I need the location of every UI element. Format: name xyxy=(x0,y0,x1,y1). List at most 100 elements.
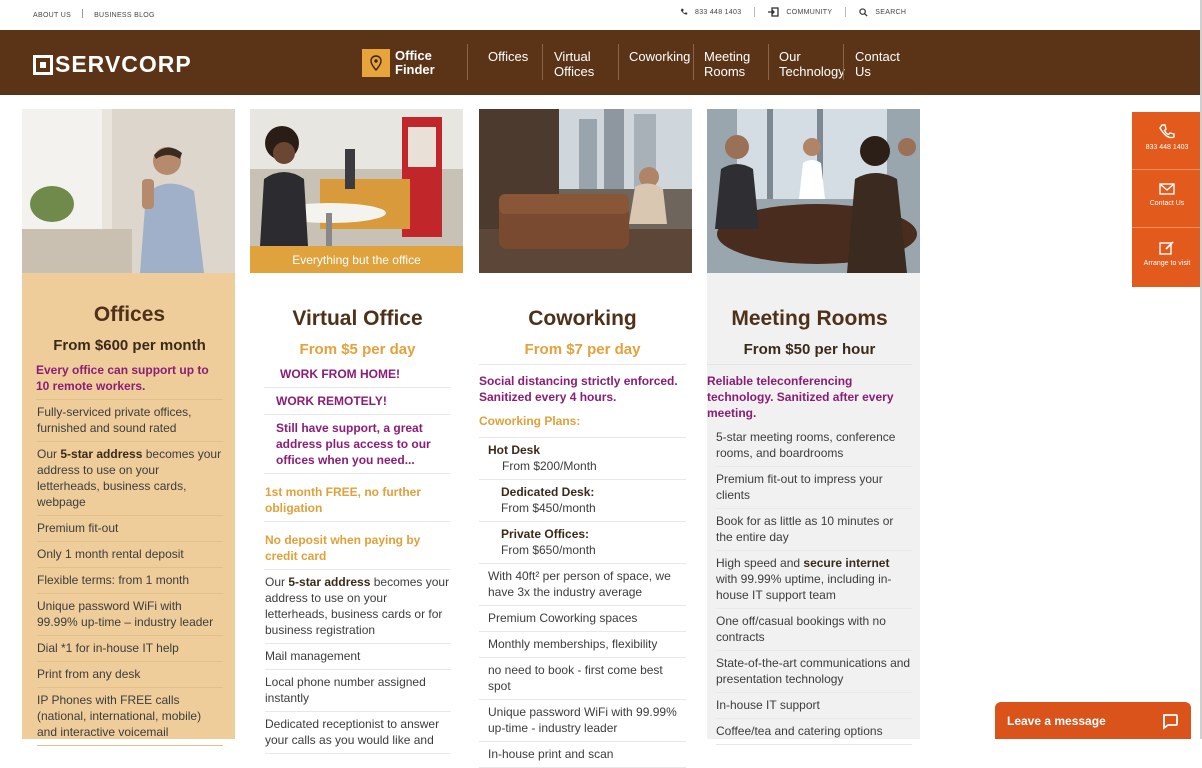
list-item: Our 5-star address becomes your address … xyxy=(37,442,223,516)
list-item: Only 1 month rental deposit xyxy=(37,542,223,568)
plan-item: Dedicated Desk: From $450/month xyxy=(479,480,686,522)
offices-feature-list: Fully-serviced private offices, furnishe… xyxy=(36,400,223,746)
coworking-plans-label: Coworking Plans: xyxy=(479,413,686,438)
nav-divider xyxy=(768,44,769,80)
nav-label: Virtual xyxy=(554,49,591,64)
virtual-p1: WORK FROM HOME! xyxy=(264,366,451,388)
coworking-photo[interactable] xyxy=(479,109,692,273)
list-item: Monthly memberships, flexibility xyxy=(479,632,686,658)
list-item: Premium fit-out to impress your clients xyxy=(716,467,912,509)
list-item: With 40ft² per person of space, we have … xyxy=(479,564,686,606)
nav-divider xyxy=(843,44,844,80)
coworking-price: From $7 per day xyxy=(479,341,686,365)
virtual-p2: WORK REMOTELY! xyxy=(264,393,451,415)
chat-label: Leave a message xyxy=(1007,714,1106,728)
chat-bubble-icon xyxy=(1163,714,1178,730)
meeting-rooms-title: Meeting Rooms xyxy=(731,307,888,330)
logo-mark-icon xyxy=(33,54,53,75)
divider xyxy=(754,7,756,17)
coworking-plans-list: Hot Desk From $200/Month Dedicated Desk: F… xyxy=(479,438,686,768)
list-item: no need to book - first come best spot xyxy=(479,658,686,700)
edit-icon xyxy=(1159,241,1174,255)
virtual-p3: Still have support, a great address plus… xyxy=(264,420,451,474)
offices-price: From $600 per month xyxy=(53,337,206,354)
meeting-rooms-feature-list: 5-star meeting rooms, conference rooms, … xyxy=(707,425,912,745)
side-phone-label: 833 448 1403 xyxy=(1145,144,1189,151)
nav-offices[interactable]: Offices xyxy=(488,49,528,64)
list-item: Dial *1 for in-house IT help xyxy=(37,636,223,662)
list-item: Book for as little as 10 minutes or the … xyxy=(716,509,912,551)
side-contact-button[interactable]: Contact Us xyxy=(1132,170,1202,228)
nav-divider xyxy=(467,44,468,80)
plan-item: Hot Desk From $200/Month xyxy=(479,438,686,480)
about-us-link[interactable]: ABOUT US xyxy=(33,12,71,19)
list-item: State-of-the-art communications and pres… xyxy=(716,651,912,693)
side-visit-label: Arrange to visit xyxy=(1143,260,1191,267)
business-blog-link[interactable]: BUSINESS BLOG xyxy=(94,12,155,19)
side-contact-label: Contact Us xyxy=(1149,200,1185,207)
servcorp-logo[interactable]: SERVCORP xyxy=(33,51,192,78)
list-item: Our 5-star address becomes your address … xyxy=(265,570,451,644)
nav-label: Us xyxy=(855,64,871,79)
nav-divider xyxy=(693,44,694,80)
meeting-rooms-photo[interactable] xyxy=(707,109,920,273)
nav-label: Technology xyxy=(779,64,845,79)
offices-highlight: Every office can support up to 10 remote… xyxy=(36,362,223,400)
finder-label-1: Office xyxy=(395,48,432,63)
virtual-g2: No deposit when paying by credit card xyxy=(264,522,451,570)
phone-link[interactable]: 833 448 1403 xyxy=(695,9,741,16)
virtual-feature-list: Our 5-star address becomes your address … xyxy=(264,570,451,754)
office-finder-button[interactable]: Office Finder xyxy=(362,49,435,77)
nav-label: Meeting xyxy=(704,49,751,64)
envelope-icon xyxy=(1159,183,1175,195)
virtual-office-title: Virtual Office xyxy=(292,307,423,330)
search-link[interactable]: SEARCH xyxy=(875,9,906,16)
side-phone-button[interactable]: 833 448 1403 xyxy=(1132,112,1202,170)
list-item: Coffee/tea and catering options xyxy=(716,719,912,745)
nav-divider xyxy=(618,44,619,80)
list-item: Print from any desk xyxy=(37,662,223,688)
side-visit-button[interactable]: Arrange to visit xyxy=(1132,228,1202,286)
nav-coworking[interactable]: Coworking xyxy=(629,49,690,64)
virtual-g1: 1st month FREE, no further obligation xyxy=(264,474,451,522)
nav-contact-us[interactable]: Contact Us xyxy=(855,49,900,79)
virtual-office-photo[interactable]: Everything but the office xyxy=(250,109,463,273)
list-item: In-house IT support xyxy=(716,693,912,719)
divider xyxy=(845,7,847,17)
logo-text: SERVCORP xyxy=(55,51,192,77)
list-item: Local phone number assigned instantly xyxy=(265,670,451,712)
nav-meeting-rooms[interactable]: Meeting Rooms xyxy=(704,49,750,79)
side-contact-bar: 833 448 1403 Contact Us Arrange to visit xyxy=(1132,112,1202,287)
list-item: 5-star meeting rooms, conference rooms, … xyxy=(716,425,912,467)
nav-label: Our xyxy=(779,49,801,64)
offices-title: Offices xyxy=(93,303,166,326)
meeting-rooms-highlight: Reliable teleconferencing technology. Sa… xyxy=(707,374,894,420)
list-item: High speed and secure internet with 99.9… xyxy=(716,551,912,609)
list-item: Flexible terms: from 1 month xyxy=(37,568,223,594)
finder-label-2: Finder xyxy=(395,62,435,77)
nav-label: Offices xyxy=(554,64,595,79)
offices-photo[interactable] xyxy=(22,109,235,273)
list-item: IP Phones with FREE calls (national, int… xyxy=(37,688,223,746)
search-icon xyxy=(859,7,868,17)
leave-message-chat-button[interactable]: Leave a message xyxy=(995,702,1191,739)
list-item: Unique password WiFi with 99.99% up-time… xyxy=(37,594,223,636)
list-item: Dedicated receptionist to answer your ca… xyxy=(265,712,451,754)
top-utility-bar: ABOUT US BUSINESS BLOG 833 448 1403 COMMU… xyxy=(0,0,1202,28)
plan-item: Private Offices: From $650/month xyxy=(479,522,686,564)
nav-label: Rooms xyxy=(704,64,746,79)
divider xyxy=(82,9,84,18)
list-item: Fully-serviced private offices, furnishe… xyxy=(37,400,223,442)
nav-virtual-offices[interactable]: Virtual Offices xyxy=(554,49,594,79)
coworking-card: Coworking From $7 per day Social distanc… xyxy=(479,109,692,768)
list-item: In-house print and scan xyxy=(479,742,686,768)
offices-card: Offices From $600 per month Every office… xyxy=(22,109,235,746)
nav-our-technology[interactable]: Our Technology xyxy=(779,49,845,79)
phone-icon xyxy=(680,8,688,15)
coworking-title: Coworking xyxy=(528,307,637,330)
nav-label: Contact xyxy=(855,49,900,64)
coworking-highlight: Social distancing strictly enforced. San… xyxy=(479,374,678,404)
community-link[interactable]: COMMUNITY xyxy=(786,9,832,16)
nav-label: Offices xyxy=(488,49,529,64)
virtual-office-price: From $5 per day xyxy=(299,341,416,358)
